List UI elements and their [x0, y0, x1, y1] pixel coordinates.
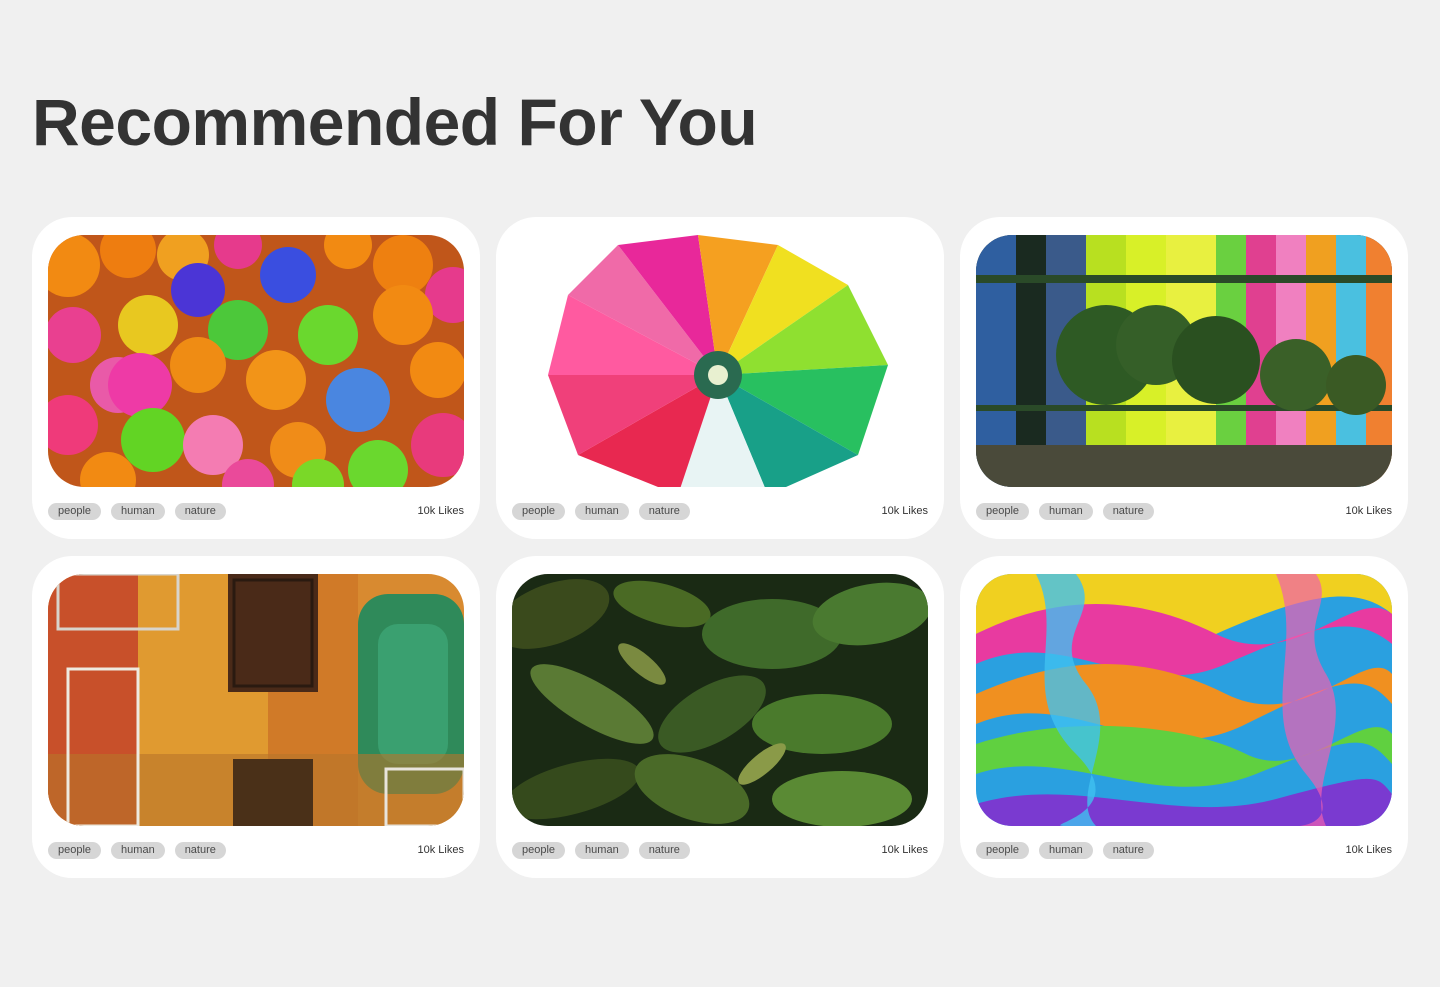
card-meta: people human nature 10k Likes	[512, 841, 928, 859]
card-meta: people human nature 10k Likes	[48, 841, 464, 859]
recommendation-card[interactable]: people human nature 10k Likes	[960, 556, 1408, 878]
ball-pit-image	[48, 235, 464, 487]
glass-facade-image	[976, 235, 1392, 487]
recommendation-card[interactable]: people human nature 10k Likes	[960, 217, 1408, 539]
tag-chip[interactable]: nature	[174, 502, 226, 520]
likes-count: 10k Likes	[881, 844, 928, 856]
card-image[interactable]	[976, 235, 1392, 487]
card-image[interactable]	[48, 574, 464, 826]
tag-chip[interactable]: human	[111, 841, 165, 859]
likes-count: 10k Likes	[417, 505, 464, 517]
marbled-swirl-image	[976, 574, 1392, 826]
recommendation-card[interactable]: people human nature 10k Likes	[32, 556, 480, 878]
tag-chip[interactable]: people	[512, 502, 566, 520]
tag-chip[interactable]: people	[976, 841, 1030, 859]
likes-count: 10k Likes	[1345, 844, 1392, 856]
card-image[interactable]	[48, 235, 464, 487]
tag-chip[interactable]: human	[575, 502, 629, 520]
tag-chip[interactable]: human	[1039, 841, 1093, 859]
likes-count: 10k Likes	[417, 844, 464, 856]
page-title: Recommended For You	[32, 85, 758, 159]
tag-list: people human nature	[512, 502, 690, 520]
likes-count: 10k Likes	[881, 505, 928, 517]
tag-chip[interactable]: nature	[1102, 841, 1154, 859]
foliage-image	[512, 574, 928, 826]
recommendation-card[interactable]: people human nature 10k Likes	[496, 556, 944, 878]
tag-chip[interactable]: nature	[1102, 502, 1154, 520]
tag-list: people human nature	[976, 502, 1154, 520]
card-meta: people human nature 10k Likes	[976, 841, 1392, 859]
tag-chip[interactable]: people	[512, 841, 566, 859]
tag-list: people human nature	[976, 841, 1154, 859]
tag-chip[interactable]: human	[1039, 502, 1093, 520]
tag-list: people human nature	[512, 841, 690, 859]
tag-chip[interactable]: nature	[638, 841, 690, 859]
recommendation-card[interactable]: people human nature 10k Likes	[32, 217, 480, 539]
painted-wall-image	[48, 574, 464, 826]
tag-list: people human nature	[48, 841, 226, 859]
tag-chip[interactable]: nature	[638, 502, 690, 520]
card-meta: people human nature 10k Likes	[48, 502, 464, 520]
tag-chip[interactable]: human	[111, 502, 165, 520]
recommendation-card[interactable]: people human nature 10k Likes	[496, 217, 944, 539]
tag-chip[interactable]: human	[575, 841, 629, 859]
tag-chip[interactable]: people	[48, 841, 102, 859]
card-image[interactable]	[976, 574, 1392, 826]
card-image[interactable]	[512, 235, 928, 487]
likes-count: 10k Likes	[1345, 505, 1392, 517]
tag-chip[interactable]: people	[976, 502, 1030, 520]
card-meta: people human nature 10k Likes	[512, 502, 928, 520]
card-image[interactable]	[512, 574, 928, 826]
tag-chip[interactable]: nature	[174, 841, 226, 859]
tag-list: people human nature	[48, 502, 226, 520]
recommendation-grid: people human nature 10k Likes people hum…	[32, 217, 1408, 878]
card-meta: people human nature 10k Likes	[976, 502, 1392, 520]
flower-image	[512, 235, 928, 487]
tag-chip[interactable]: people	[48, 502, 102, 520]
